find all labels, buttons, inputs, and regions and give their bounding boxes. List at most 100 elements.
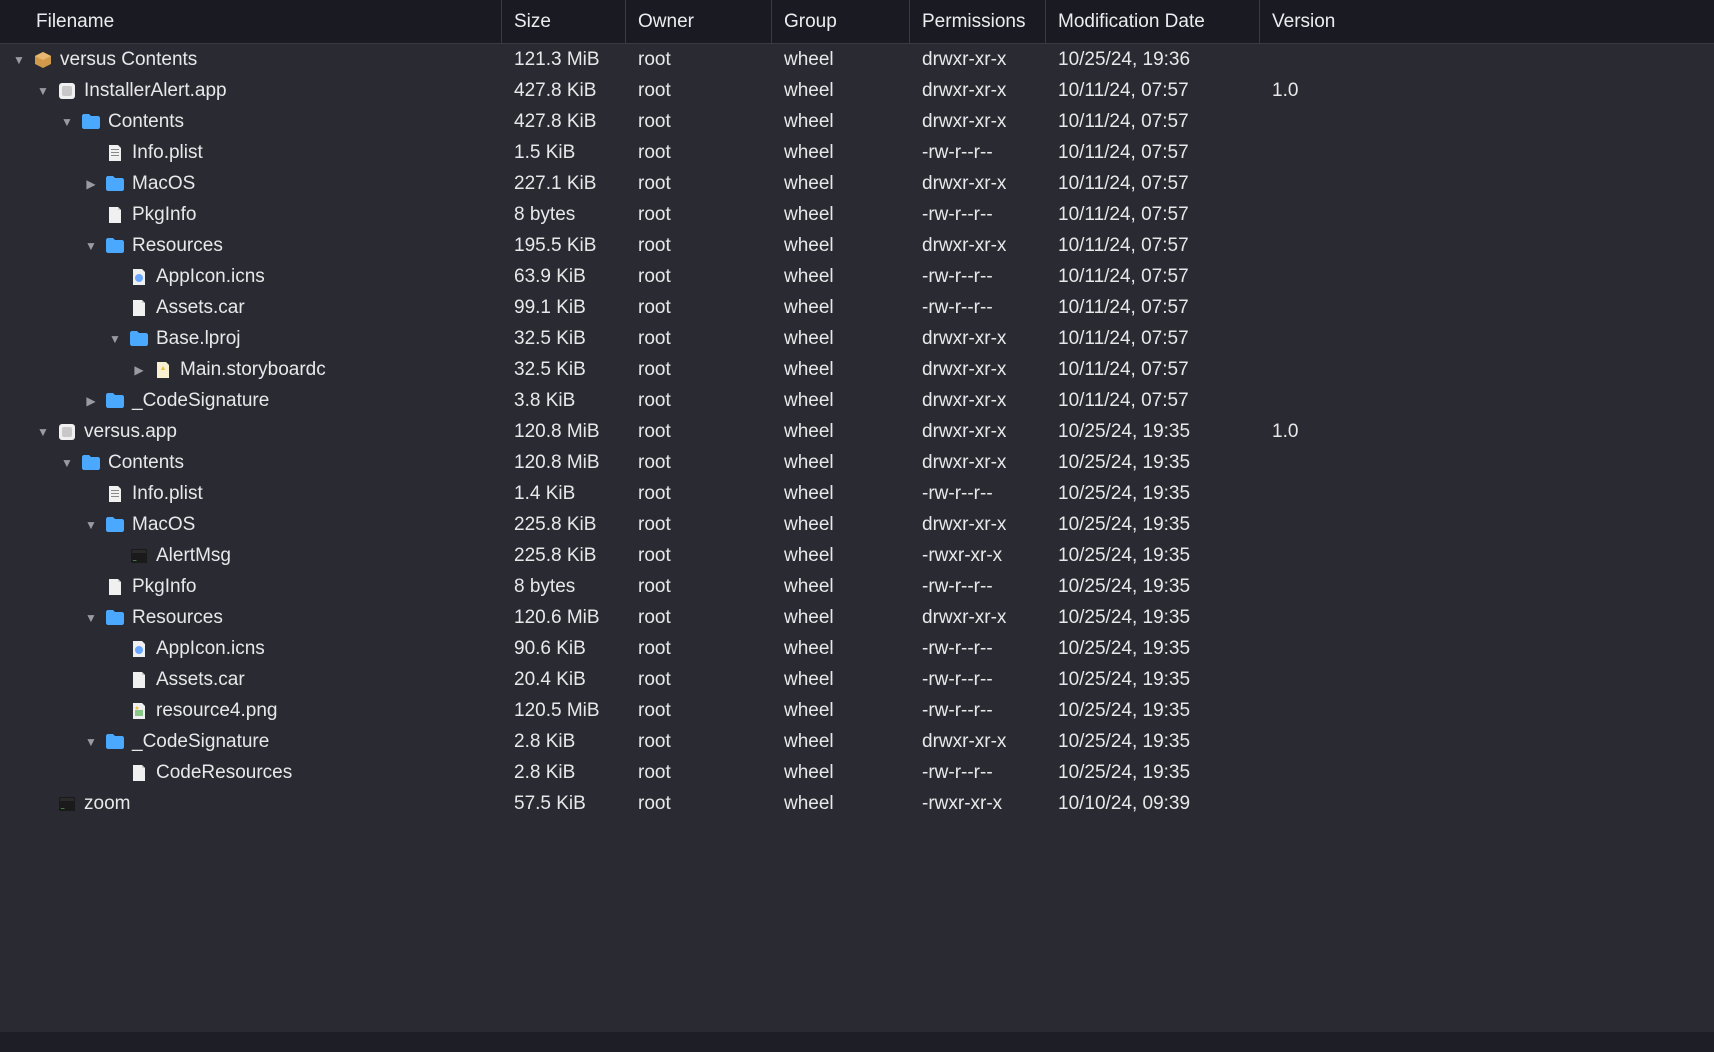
icns-icon [128,639,150,659]
cell-perm: drwxr-xr-x [910,49,1046,71]
cell-date: 10/25/24, 19:35 [1046,607,1260,629]
table-row[interactable]: AppIcon.icns63.9 KiBrootwheel-rw-r--r--1… [0,261,1714,292]
cell-owner: root [626,576,772,598]
disclosure-triangle-icon[interactable]: ▶ [84,394,98,408]
table-row[interactable]: ▼versus Contents121.3 MiBrootwheeldrwxr-… [0,44,1714,75]
cell-date: 10/25/24, 19:35 [1046,700,1260,722]
cell-owner: root [626,173,772,195]
table-row[interactable]: _AlertMsg225.8 KiBrootwheel-rwxr-xr-x10/… [0,540,1714,571]
cell-perm: -rw-r--r-- [910,700,1046,722]
column-header-filename[interactable]: Filename [0,0,502,43]
table-row[interactable]: ▼Resources120.6 MiBrootwheeldrwxr-xr-x10… [0,602,1714,633]
cell-date: 10/25/24, 19:35 [1046,545,1260,567]
folder-icon [80,112,102,132]
column-header-owner[interactable]: Owner [626,0,772,43]
table-row[interactable]: resource4.png120.5 MiBrootwheel-rw-r--r-… [0,695,1714,726]
column-header-modification-date[interactable]: Modification Date [1046,0,1260,43]
disclosure-triangle-icon[interactable]: ▼ [108,332,122,346]
disclosure-triangle-icon[interactable]: ▼ [60,456,74,470]
cell-size: 120.8 MiB [502,421,626,443]
cell-group: wheel [772,142,910,164]
cell-size: 90.6 KiB [502,638,626,660]
cell-date: 10/11/24, 07:57 [1046,173,1260,195]
disclosure-triangle-icon[interactable]: ▼ [84,735,98,749]
table-row[interactable]: ▼InstallerAlert.app427.8 KiBrootwheeldrw… [0,75,1714,106]
table-row[interactable]: ▼Resources195.5 KiBrootwheeldrwxr-xr-x10… [0,230,1714,261]
cell-size: 3.8 KiB [502,390,626,412]
disclosure-triangle-icon[interactable]: ▼ [84,239,98,253]
table-row[interactable]: ▶MacOS227.1 KiBrootwheeldrwxr-xr-x10/11/… [0,168,1714,199]
cell-group: wheel [772,576,910,598]
table-row[interactable]: Assets.car99.1 KiBrootwheel-rw-r--r--10/… [0,292,1714,323]
cell-size: 8 bytes [502,204,626,226]
file-icon [104,205,126,225]
column-header-group[interactable]: Group [772,0,910,43]
cell-owner: root [626,80,772,102]
table-row[interactable]: Info.plist1.5 KiBrootwheel-rw-r--r--10/1… [0,137,1714,168]
table-row[interactable]: ▼versus.app120.8 MiBrootwheeldrwxr-xr-x1… [0,416,1714,447]
table-row[interactable]: ▶_CodeSignature3.8 KiBrootwheeldrwxr-xr-… [0,385,1714,416]
disclosure-triangle-icon[interactable]: ▼ [36,84,50,98]
table-row[interactable]: Assets.car20.4 KiBrootwheel-rw-r--r--10/… [0,664,1714,695]
filename-label: Info.plist [132,483,203,505]
cell-owner: root [626,483,772,505]
cell-ver: 1.0 [1260,421,1380,443]
cell-owner: root [626,390,772,412]
table-row[interactable]: ▼Base.lproj32.5 KiBrootwheeldrwxr-xr-x10… [0,323,1714,354]
cell-size: 225.8 KiB [502,514,626,536]
cell-group: wheel [772,483,910,505]
table-row[interactable]: PkgInfo8 bytesrootwheel-rw-r--r--10/11/2… [0,199,1714,230]
cell-group: wheel [772,390,910,412]
cell-date: 10/11/24, 07:57 [1046,111,1260,133]
cell-date: 10/25/24, 19:35 [1046,576,1260,598]
disclosure-triangle-icon[interactable]: ▼ [84,518,98,532]
table-row[interactable]: ▼_CodeSignature2.8 KiBrootwheeldrwxr-xr-… [0,726,1714,757]
svg-text:_: _ [60,803,65,809]
cell-group: wheel [772,359,910,381]
cell-owner: root [626,762,772,784]
png-icon [128,701,150,721]
column-header-permissions[interactable]: Permissions [910,0,1046,43]
cell-group: wheel [772,204,910,226]
cell-perm: drwxr-xr-x [910,359,1046,381]
table-row[interactable]: PkgInfo8 bytesrootwheel-rw-r--r--10/25/2… [0,571,1714,602]
column-header-version[interactable]: Version [1260,0,1380,43]
disclosure-triangle-icon[interactable]: ▼ [36,425,50,439]
cell-group: wheel [772,731,910,753]
disclosure-triangle-icon[interactable]: ▼ [84,611,98,625]
table-header: Filename Size Owner Group Permissions Mo… [0,0,1714,44]
table-row[interactable]: ▼Contents120.8 MiBrootwheeldrwxr-xr-x10/… [0,447,1714,478]
disclosure-triangle-icon[interactable]: ▼ [12,53,26,67]
table-row[interactable]: Info.plist1.4 KiBrootwheel-rw-r--r--10/2… [0,478,1714,509]
table-row[interactable]: ▼MacOS225.8 KiBrootwheeldrwxr-xr-x10/25/… [0,509,1714,540]
disclosure-triangle-icon[interactable]: ▼ [60,115,74,129]
cell-owner: root [626,235,772,257]
table-row[interactable]: ▶Main.storyboardc32.5 KiBrootwheeldrwxr-… [0,354,1714,385]
cell-perm: -rw-r--r-- [910,297,1046,319]
filename-label: Resources [132,607,223,629]
cell-group: wheel [772,607,910,629]
cell-group: wheel [772,49,910,71]
cell-group: wheel [772,111,910,133]
app-icon [56,81,78,101]
table-row[interactable]: CodeResources2.8 KiBrootwheel-rw-r--r--1… [0,757,1714,788]
cell-group: wheel [772,173,910,195]
table-row[interactable]: AppIcon.icns90.6 KiBrootwheel-rw-r--r--1… [0,633,1714,664]
file-icon [128,670,150,690]
filename-label: versus Contents [60,49,197,71]
column-header-size[interactable]: Size [502,0,626,43]
filename-label: Main.storyboardc [180,359,326,381]
cell-perm: drwxr-xr-x [910,111,1046,133]
cell-perm: -rw-r--r-- [910,204,1046,226]
table-row[interactable]: _zoom57.5 KiBrootwheel-rwxr-xr-x10/10/24… [0,788,1714,819]
table-row[interactable]: ▼Contents427.8 KiBrootwheeldrwxr-xr-x10/… [0,106,1714,137]
cell-size: 120.6 MiB [502,607,626,629]
cell-date: 10/11/24, 07:57 [1046,297,1260,319]
disclosure-triangle-icon[interactable]: ▶ [132,363,146,377]
cell-date: 10/11/24, 07:57 [1046,390,1260,412]
filename-label: zoom [84,793,130,815]
disclosure-triangle-icon[interactable]: ▶ [84,177,98,191]
filename-label: AlertMsg [156,545,231,567]
cell-perm: drwxr-xr-x [910,421,1046,443]
cell-group: wheel [772,421,910,443]
